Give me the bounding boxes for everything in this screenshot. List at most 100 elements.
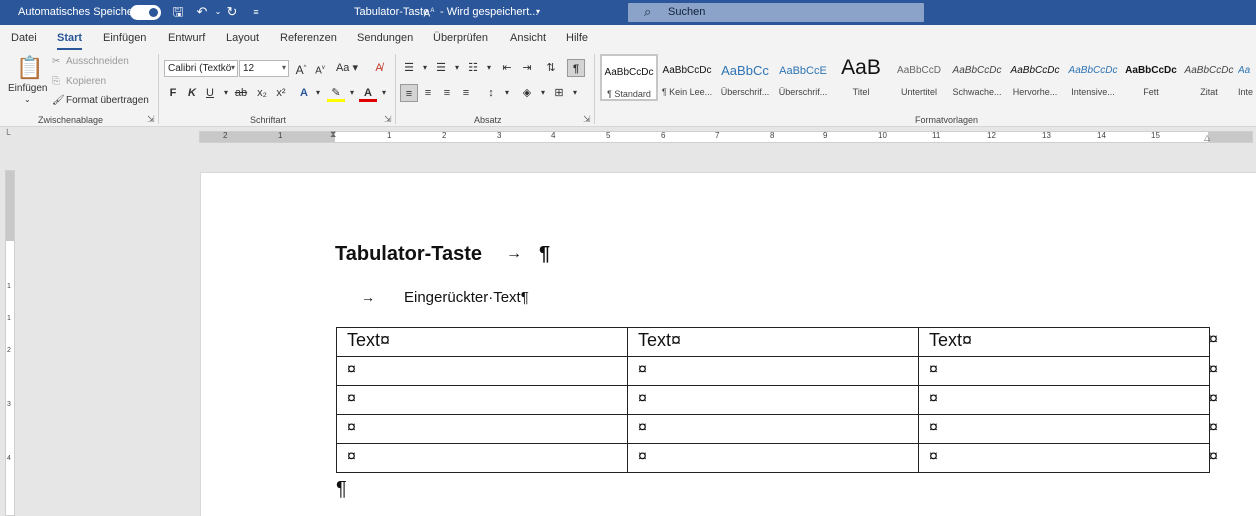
- indent-marker-icon[interactable]: ⧗: [330, 129, 336, 140]
- table-cell[interactable]: ¤: [627, 356, 919, 386]
- tab-ansicht[interactable]: Ansicht: [510, 32, 546, 44]
- font-name-combo[interactable]: Calibri (Textkö ▾: [164, 60, 238, 77]
- copy-button[interactable]: Kopieren: [66, 76, 106, 87]
- style-kein-leerraum[interactable]: AaBbCcDc ¶ Kein Lee...: [658, 54, 716, 101]
- style-hervorhebung[interactable]: AaBbCcDc Hervorhe...: [1006, 54, 1064, 101]
- tab-layout[interactable]: Layout: [226, 32, 259, 44]
- paste-dropdown-icon[interactable]: ⌄: [24, 95, 31, 104]
- tab-ueberpruefen[interactable]: Überprüfen: [433, 32, 488, 44]
- change-case-button[interactable]: Aa ▾: [335, 59, 359, 77]
- tab-selector-icon[interactable]: └: [4, 129, 10, 139]
- table-cell[interactable]: ¤: [918, 385, 1210, 415]
- save-icon[interactable]: 🖫: [170, 4, 186, 20]
- autosave-toggle[interactable]: [130, 5, 161, 20]
- tab-referenzen[interactable]: Referenzen: [280, 32, 337, 44]
- style-standard[interactable]: AaBbCcDc ¶ Standard: [600, 54, 658, 101]
- vruler-number: 4: [7, 455, 11, 462]
- align-right-icon[interactable]: ≡: [438, 84, 456, 102]
- table-cell[interactable]: ¤: [918, 414, 1210, 444]
- ruler-number: 11: [932, 131, 941, 140]
- style-zitat[interactable]: AaBbCcDc Zitat: [1180, 54, 1238, 101]
- table-cell[interactable]: ¤: [918, 443, 1210, 473]
- font-launcher-icon[interactable]: ⇲: [384, 114, 392, 125]
- document-heading[interactable]: Tabulator-Taste: [335, 243, 482, 266]
- justify-icon[interactable]: ≡: [457, 84, 475, 102]
- style-intensives-zitat[interactable]: Aa Inte: [1238, 54, 1256, 101]
- ruler-row: └ 2 1 1 2 3 4 5 6 7 8 9 10 11 12 13 14 1…: [0, 128, 1256, 145]
- italic-button[interactable]: K: [183, 84, 201, 102]
- table-cell[interactable]: ¤: [627, 443, 919, 473]
- table-cell[interactable]: Text¤: [336, 327, 628, 357]
- paste-icon[interactable]: 📋: [16, 55, 43, 81]
- document-page[interactable]: Tabulator-Taste → ¶ → Eingerückter·Text¶…: [200, 172, 1256, 516]
- font-a-icon: AA: [423, 8, 435, 20]
- style-ueberschrift-1[interactable]: AaBbCc Überschrif...: [716, 54, 774, 101]
- increase-indent-icon[interactable]: ⇥: [518, 59, 536, 77]
- cut-button[interactable]: Ausschneiden: [66, 56, 129, 67]
- format-painter-icon[interactable]: 🖌: [52, 95, 65, 106]
- style-name: Inte: [1238, 87, 1254, 97]
- paragraph-launcher-icon[interactable]: ⇲: [583, 114, 591, 125]
- paste-button[interactable]: Einfügen: [8, 83, 47, 94]
- vertical-ruler[interactable]: 1 1 2 3 4: [5, 170, 15, 516]
- style-preview: AaB: [841, 56, 881, 79]
- tab-einfuegen[interactable]: Einfügen: [103, 32, 146, 44]
- style-titel[interactable]: AaB Titel: [832, 54, 890, 101]
- customize-toolbar-icon[interactable]: ≡: [248, 4, 264, 20]
- table-cell[interactable]: ¤: [918, 356, 1210, 386]
- clear-formatting-icon[interactable]: A̸: [370, 59, 388, 77]
- tab-start[interactable]: Start: [57, 32, 83, 50]
- style-ueberschrift-2[interactable]: AaBbCcE Überschrif...: [774, 54, 832, 101]
- document-table[interactable]: Text¤ Text¤ Text¤ ¤ ¤ ¤ ¤ ¤ ¤ ¤ ¤ ¤ ¤ ¤ …: [336, 327, 1210, 473]
- table-cell[interactable]: ¤: [627, 385, 919, 415]
- bold-button[interactable]: F: [164, 84, 182, 102]
- style-fett[interactable]: AaBbCcDc Fett: [1122, 54, 1180, 101]
- tab-sendungen[interactable]: Sendungen: [357, 32, 413, 44]
- clipboard-launcher-icon[interactable]: ⇲: [147, 114, 155, 125]
- tab-entwurf[interactable]: Entwurf: [168, 32, 205, 44]
- saving-status[interactable]: - Wird gespeichert...: [440, 6, 538, 18]
- show-formatting-button[interactable]: ¶: [567, 59, 585, 77]
- style-intensive-hervorhebung[interactable]: AaBbCcDc Intensive...: [1064, 54, 1122, 101]
- cut-icon[interactable]: ✂: [52, 56, 60, 67]
- table-cell[interactable]: Text¤: [918, 327, 1210, 357]
- row-end-mark: ¤: [1209, 419, 1218, 436]
- subscript-button[interactable]: x₂: [253, 84, 271, 102]
- superscript-button[interactable]: x²: [272, 84, 290, 102]
- indented-text[interactable]: Eingerückter·Text¶: [404, 289, 529, 306]
- document-title[interactable]: Tabulator-Taste: [354, 6, 429, 18]
- search-box[interactable]: ⌕ Suchen: [628, 3, 924, 22]
- right-indent-marker-icon[interactable]: △: [1204, 133, 1210, 142]
- align-left-icon[interactable]: ≡: [400, 84, 418, 102]
- table-cell[interactable]: ¤: [627, 414, 919, 444]
- table-cell[interactable]: ¤: [336, 443, 628, 473]
- grow-font-button[interactable]: A^: [292, 59, 310, 77]
- multilevel-dropdown-icon[interactable]: ▾: [480, 59, 498, 77]
- font-color-dropdown-icon[interactable]: ▾: [375, 84, 393, 102]
- text-effects-dropdown-icon[interactable]: ▾: [309, 84, 327, 102]
- table-cell[interactable]: ¤: [336, 414, 628, 444]
- autosave-label: Automatisches Speichern: [18, 6, 143, 18]
- table-cell[interactable]: Text¤: [627, 327, 919, 357]
- undo-icon[interactable]: ↶: [194, 4, 210, 20]
- format-painter-button[interactable]: Format übertragen: [66, 95, 149, 106]
- shrink-font-button[interactable]: Av: [311, 59, 329, 77]
- group-paragraph-label: Absatz: [474, 115, 502, 125]
- tab-datei[interactable]: Datei: [11, 32, 37, 44]
- strikethrough-button[interactable]: ab: [232, 84, 250, 102]
- font-size-combo[interactable]: 12 ▾: [239, 60, 289, 77]
- line-spacing-dropdown-icon[interactable]: ▾: [498, 84, 516, 102]
- title-dropdown-icon[interactable]: ▾: [530, 4, 546, 20]
- copy-icon[interactable]: ⎘: [52, 76, 60, 87]
- sort-icon[interactable]: ⇅: [542, 59, 560, 77]
- decrease-indent-icon[interactable]: ⇤: [498, 59, 516, 77]
- align-center-icon[interactable]: ≡: [419, 84, 437, 102]
- style-schwache-hervorhebung[interactable]: AaBbCcDc Schwache...: [948, 54, 1006, 101]
- table-cell[interactable]: ¤: [336, 356, 628, 386]
- tab-hilfe[interactable]: Hilfe: [566, 32, 588, 44]
- style-untertitel[interactable]: AaBbCcD Untertitel: [890, 54, 948, 101]
- horizontal-ruler[interactable]: 2 1 1 2 3 4 5 6 7 8 9 10 11 12 13 14 15 …: [199, 129, 1253, 143]
- borders-dropdown-icon[interactable]: ▾: [566, 84, 584, 102]
- redo-icon[interactable]: ↻: [224, 4, 240, 20]
- table-cell[interactable]: ¤: [336, 385, 628, 415]
